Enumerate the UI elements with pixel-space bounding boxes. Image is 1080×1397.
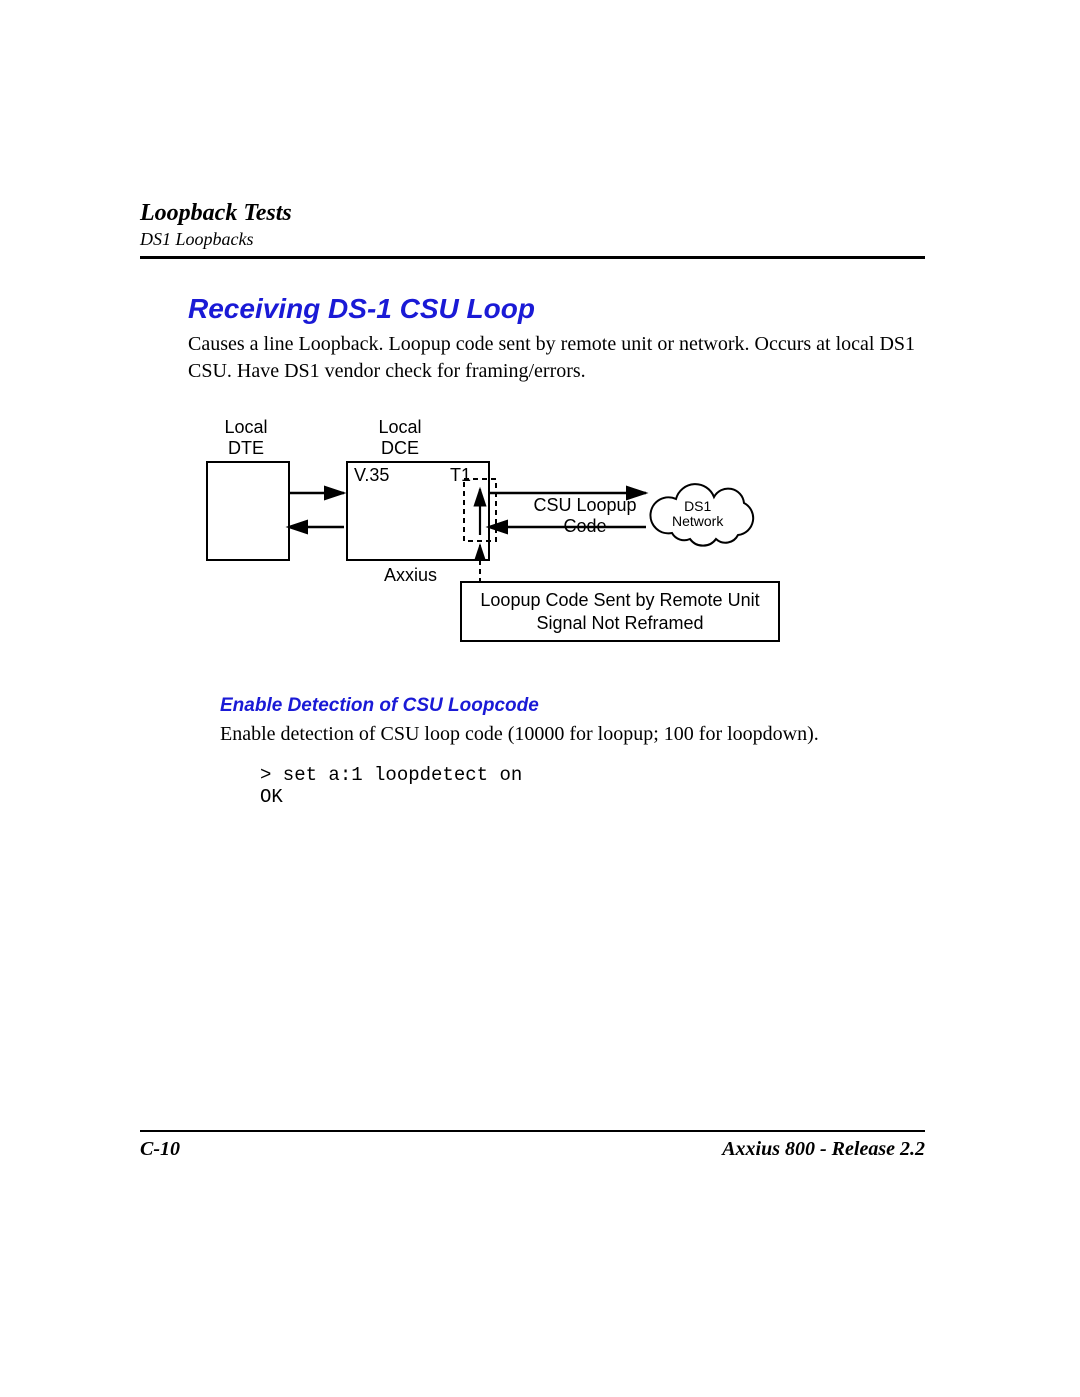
section-title: Receiving DS-1 CSU Loop — [188, 293, 925, 325]
page-header-subtitle: DS1 Loopbacks — [140, 229, 925, 250]
section-body: Causes a line Loopback. Loopup code sent… — [188, 331, 925, 385]
page-footer: C-10 Axxius 800 - Release 2.2 — [140, 1130, 925, 1161]
header-rule — [140, 256, 925, 259]
footer-rule — [140, 1130, 925, 1132]
loopback-diagram: Local DTE Local DCE V.35 T1 Axxius CSU L… — [188, 417, 908, 661]
footer-release: Axxius 800 - Release 2.2 — [722, 1138, 925, 1161]
subsection-title: Enable Detection of CSU Loopcode — [220, 695, 925, 717]
subsection-body: Enable detection of CSU loop code (10000… — [220, 723, 925, 746]
page-header-title: Loopback Tests — [140, 200, 925, 227]
text: Signal Not Reframed — [536, 613, 703, 633]
legend-box: Loopup Code Sent by Remote Unit Signal N… — [460, 581, 780, 642]
code-block: > set a:1 loopdetect on OK — [260, 764, 925, 808]
text: Loopup Code Sent by Remote Unit — [480, 590, 759, 610]
footer-page-number: C-10 — [140, 1138, 180, 1161]
